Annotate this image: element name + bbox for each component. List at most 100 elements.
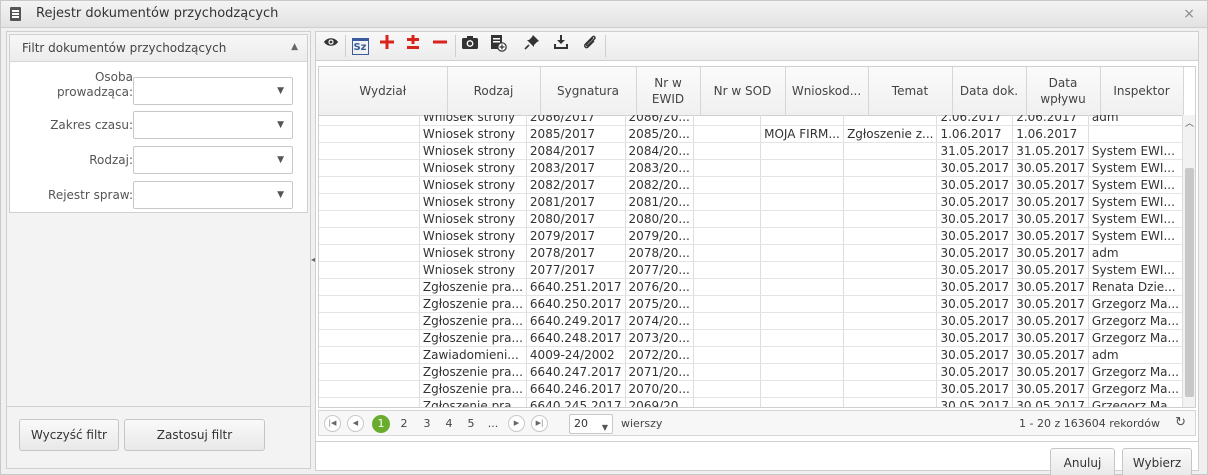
table-row[interactable]: Wniosek strony 2083/2017 2083/20... 30.05.2… [319,159,1183,178]
column-header-rodzaj[interactable]: Rodzaj [447,67,541,115]
table-cell [760,244,845,263]
table-row[interactable]: Zawiadomieni... 4009-24/2002 2072/20... 30.… [319,346,1183,365]
table-cell: 30.05.2017 [936,329,1014,348]
last-page-button[interactable]: ▶| [531,415,548,432]
table-cell: adm [1088,115,1183,127]
table-cell: 2078/2017 [526,244,626,263]
table-row[interactable]: Zgłoszenie pra... 6640.246.2017 2070/20...… [319,380,1183,399]
column-header-sygnatura[interactable]: Sygnatura [540,67,637,115]
table-cell: 6640.248.2017 [526,329,626,348]
column-header-nr-sod[interactable]: Nr w SOD [700,67,786,115]
eye-icon[interactable] [319,34,343,58]
page-button-5[interactable]: 5 [462,415,480,433]
table-cell: 30.05.2017 [936,261,1014,280]
table-row[interactable]: Wniosek strony 2077/2017 2077/20... 30.05.2… [319,261,1183,280]
table-cell: 2069/20... [625,397,694,407]
vertical-scrollbar[interactable]: ︿ [1182,115,1195,407]
refresh-icon[interactable]: ↻ [1175,415,1186,430]
table-cell [319,312,420,331]
filter-row-time-range: Zakres czasu: ▼ [10,111,309,141]
table-cell: System EWI... [1088,159,1183,178]
table-cell [760,363,845,382]
table-row[interactable]: Zgłoszenie pra... 6640.247.2017 2071/20...… [319,363,1183,382]
select-button[interactable]: Wybierz [1122,448,1192,475]
table-cell [843,176,938,195]
table-row[interactable]: Wniosek strony 2078/2017 2078/20... 30.05.2… [319,244,1183,263]
table-cell: 2080/2017 [526,210,626,229]
filter-divider [7,406,310,407]
next-page-button[interactable]: ▶ [508,415,525,432]
table-cell [760,380,845,399]
table-row[interactable]: Wniosek strony 2085/2017 2085/20... MOJA FI… [319,125,1183,144]
table-cell [319,142,420,161]
table-cell [693,227,762,246]
table-row[interactable]: Wniosek strony 2084/2017 2084/20... 31.05.2… [319,142,1183,161]
column-header-nr-ewid[interactable]: Nr w EWID [636,67,701,115]
pin-icon[interactable] [520,34,544,58]
cancel-button[interactable]: Anuluj [1050,448,1115,475]
table-cell [693,380,762,399]
table-row[interactable]: Wniosek strony 2080/2017 2080/20... 30.05.2… [319,210,1183,229]
table-cell: 2.06.2017 [936,115,1014,127]
first-page-button[interactable]: |◀ [324,415,341,432]
column-header-temat[interactable]: Temat [868,67,953,115]
column-header-wydzial[interactable]: Wydział [319,67,448,115]
table-cell: Zgłoszenie pra... [419,295,527,314]
close-icon[interactable]: × [1183,6,1195,22]
table-cell [693,278,762,297]
page-size-select[interactable]: 20 ▼ [569,414,613,434]
table-cell: 6640.247.2017 [526,363,626,382]
table-cell: Grzegorz Ma... [1088,397,1183,407]
table-cell [760,278,845,297]
attachment-icon[interactable] [578,34,602,58]
table-cell: Wniosek strony [419,244,527,263]
sz-sort-icon[interactable]: Sz [348,34,372,58]
column-header-data-dok[interactable]: Data dok. [952,67,1027,115]
table-row[interactable]: Zgłoszenie pra... 6640.251.2017 2076/20...… [319,278,1183,297]
plus-minus-icon[interactable] [401,34,425,58]
page-button-4[interactable]: 4 [440,415,458,433]
page-button-3[interactable]: 3 [418,415,436,433]
table-cell: 2075/20... [625,295,694,314]
table-row[interactable]: Wniosek strony 2082/2017 2082/20... 30.05.2… [319,176,1183,195]
table-row[interactable]: Zgłoszenie pra... 6640.245.2017 2069/20...… [319,397,1183,407]
type-select[interactable]: ▼ [133,146,293,174]
table-row[interactable]: Zgłoszenie pra... 6640.249.2017 2074/20...… [319,312,1183,331]
collapse-icon[interactable]: ▲ [291,42,298,52]
table-cell [319,115,420,127]
table-cell: 2070/20... [625,380,694,399]
scroll-up-icon[interactable]: ︿ [1183,116,1195,129]
download-icon[interactable] [549,34,573,58]
column-header-data-wplywu[interactable]: Data wpływu [1026,67,1101,115]
camera-icon[interactable] [458,34,482,58]
scan-add-icon[interactable] [486,34,510,58]
column-header-inspektor[interactable]: Inspektor [1100,67,1184,115]
case-register-select[interactable]: ▼ [133,181,293,209]
table-cell: Wniosek strony [419,193,527,212]
table-cell [319,380,420,399]
page-button-1[interactable]: 1 [372,415,390,433]
table-cell: 2083/2017 [526,159,626,178]
remove-icon[interactable] [428,34,452,58]
responsible-person-select[interactable]: ▼ [133,77,293,105]
table-cell: System EWI... [1088,176,1183,195]
table-cell [843,278,938,297]
table-row[interactable]: Wniosek strony 2086/2017 2086/20... 2.06.20… [319,115,1183,127]
table-row[interactable]: Zgłoszenie pra... 6640.248.2017 2073/20...… [319,329,1183,348]
table-cell: 2085/2017 [526,125,626,144]
add-icon[interactable] [375,34,399,58]
time-range-select[interactable]: ▼ [133,111,293,139]
prev-page-button[interactable]: ◀ [347,415,364,432]
table-row[interactable]: Zgłoszenie pra... 6640.250.2017 2075/20...… [319,295,1183,314]
table-row[interactable]: Wniosek strony 2079/2017 2079/20... 30.05.2… [319,227,1183,246]
table-row[interactable]: Wniosek strony 2081/2017 2081/20... 30.05.2… [319,193,1183,212]
page-button-2[interactable]: 2 [395,415,413,433]
filter-header[interactable]: Filtr dokumentów przychodzących ▲ [10,35,307,62]
clear-filter-button[interactable]: Wyczyść filtr [19,419,119,451]
table-cell: 30.05.2017 [936,397,1014,407]
apply-filter-button[interactable]: Zastosuj filtr [124,419,265,451]
column-header-wnioskodawca[interactable]: Wnioskod... [785,67,869,115]
table-cell [319,193,420,212]
table-cell [693,312,762,331]
scrollbar-thumb[interactable] [1185,168,1194,397]
